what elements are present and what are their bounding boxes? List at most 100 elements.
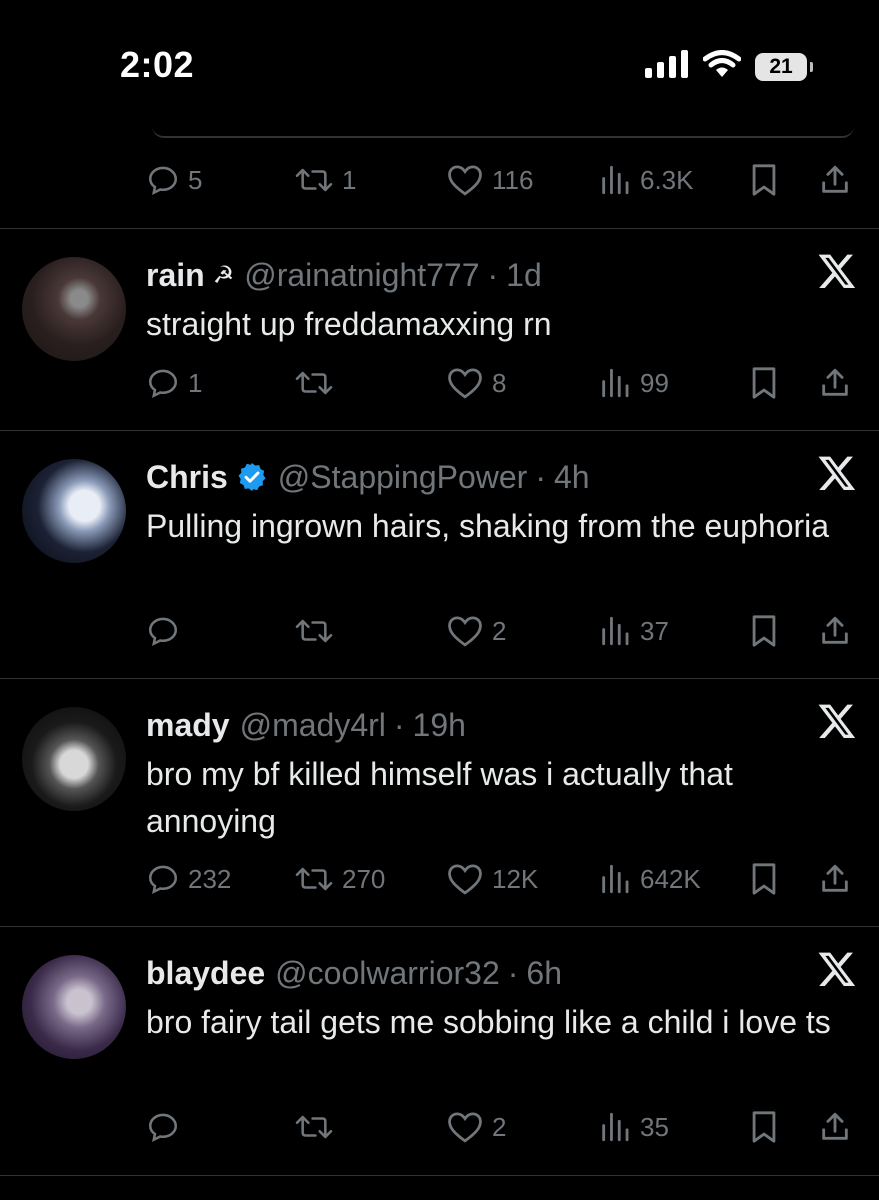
avatar[interactable]: [22, 257, 126, 361]
bookmark-button[interactable]: [748, 160, 780, 200]
heart-icon: [448, 165, 482, 196]
reply-button[interactable]: [146, 1107, 188, 1147]
tweet-header: Chris @StappingPower · 4h: [146, 455, 590, 499]
previous-tweet-media-edge: [152, 126, 854, 138]
retweet-button[interactable]: 1: [294, 160, 356, 200]
tweet[interactable]: mady @mady4rl · 19h bro my bf killed him…: [0, 678, 879, 927]
battery-level: 21: [769, 54, 793, 78]
reply-button[interactable]: 232: [146, 859, 231, 899]
like-button[interactable]: 12K: [446, 859, 538, 899]
tweet-actions: 2 37: [146, 611, 858, 651]
separator-dot: ·: [393, 706, 405, 743]
like-count: 2: [492, 615, 507, 646]
share-button[interactable]: [818, 160, 852, 200]
like-button[interactable]: 116: [446, 160, 533, 200]
like-button[interactable]: 2: [446, 611, 506, 651]
tweet-header: mady @mady4rl · 19h: [146, 703, 466, 747]
status-bar: 2:02 21: [0, 0, 879, 120]
tweet-text: bro my bf killed himself was i actually …: [146, 756, 733, 839]
display-name[interactable]: Chris: [146, 459, 228, 496]
bookmark-button[interactable]: [748, 363, 780, 403]
reply-button[interactable]: [146, 611, 188, 651]
view-count: 99: [640, 367, 669, 398]
status-time: 2:02: [120, 44, 195, 85]
reply-icon: [148, 369, 178, 399]
bookmark-button[interactable]: [748, 611, 780, 651]
timestamp[interactable]: 19h: [413, 707, 466, 744]
views-button[interactable]: 99: [598, 363, 669, 403]
bookmark-icon: [752, 164, 776, 196]
retweet-count: 270: [342, 863, 386, 894]
handle[interactable]: @coolwarrior32: [275, 955, 500, 992]
heart-icon: [448, 368, 482, 399]
cellular-signal-icon: [645, 50, 689, 83]
share-button[interactable]: [818, 611, 852, 651]
handle[interactable]: @mady4rl: [240, 707, 386, 744]
bookmark-button[interactable]: [748, 1107, 780, 1147]
handle[interactable]: @rainatnight777: [244, 257, 479, 294]
share-button[interactable]: [818, 1107, 852, 1147]
display-name[interactable]: blaydee: [146, 955, 265, 992]
retweet-button[interactable]: [294, 363, 342, 403]
retweet-icon: [295, 1115, 333, 1139]
reply-icon: [148, 617, 178, 647]
views-button[interactable]: 35: [598, 1107, 669, 1147]
retweet-button[interactable]: 270: [294, 859, 385, 899]
display-name[interactable]: mady: [146, 707, 230, 744]
avatar[interactable]: [22, 459, 126, 563]
reply-button[interactable]: 5: [146, 160, 202, 200]
verified-badge-icon: [238, 463, 266, 491]
share-icon: [822, 368, 848, 396]
heart-icon: [448, 1112, 482, 1143]
like-button[interactable]: 8: [446, 363, 506, 403]
x-logo-icon: [818, 456, 856, 490]
retweet-button[interactable]: [294, 1107, 342, 1147]
retweet-icon: [295, 168, 333, 192]
views-icon: [602, 864, 629, 894]
tweet[interactable]: blaydee @coolwarrior32 · 6h bro fairy ta…: [0, 926, 879, 1176]
tweet-actions: 1 8 99: [146, 363, 858, 403]
share-button[interactable]: [818, 859, 852, 899]
reply-count: 232: [188, 863, 232, 894]
display-name[interactable]: rain: [146, 257, 205, 294]
timestamp[interactable]: 6h: [526, 955, 562, 992]
retweet-icon: [295, 867, 333, 891]
tweet[interactable]: Chris @StappingPower · 4h Pulling ingrow…: [0, 430, 879, 679]
divider: [0, 1175, 879, 1176]
timestamp[interactable]: 4h: [554, 459, 590, 496]
tweet[interactable]: rain ☭ @rainatnight777 · 1d straight up …: [0, 228, 879, 431]
views-button[interactable]: 6.3K: [598, 160, 694, 200]
like-count: 12K: [492, 863, 539, 894]
bookmark-button[interactable]: [748, 859, 780, 899]
share-button[interactable]: [818, 363, 852, 403]
share-icon: [822, 616, 848, 644]
retweet-button[interactable]: [294, 611, 342, 651]
separator-dot: ·: [535, 458, 546, 495]
x-logo-icon: [818, 254, 856, 288]
share-icon: [822, 1112, 848, 1140]
like-count: 2: [492, 1111, 507, 1142]
reply-count: 5: [188, 164, 203, 195]
separator-dot: ·: [487, 256, 499, 293]
reply-icon: [148, 865, 178, 895]
handle[interactable]: @StappingPower: [278, 459, 528, 496]
reply-button[interactable]: 1: [146, 363, 202, 403]
bookmark-icon: [752, 863, 776, 895]
views-icon: [602, 616, 629, 646]
retweet-icon: [295, 371, 333, 395]
name-emoji: ☭: [212, 261, 235, 289]
bookmark-icon: [752, 615, 776, 647]
view-count: 6.3K: [640, 164, 694, 195]
bookmark-icon: [752, 1111, 776, 1143]
avatar[interactable]: [22, 707, 126, 811]
tweet-text: Pulling ingrown hairs, shaking from the …: [146, 508, 830, 544]
views-button[interactable]: 37: [598, 611, 669, 651]
separator-dot: ·: [507, 954, 519, 991]
timestamp[interactable]: 1d: [506, 257, 542, 294]
like-button[interactable]: 2: [446, 1107, 506, 1147]
views-button[interactable]: 642K: [598, 859, 701, 899]
tweet-header: rain ☭ @rainatnight777 · 1d: [146, 253, 542, 297]
wifi-icon: [702, 50, 742, 83]
avatar[interactable]: [22, 955, 126, 1059]
like-count: 116: [492, 164, 534, 195]
